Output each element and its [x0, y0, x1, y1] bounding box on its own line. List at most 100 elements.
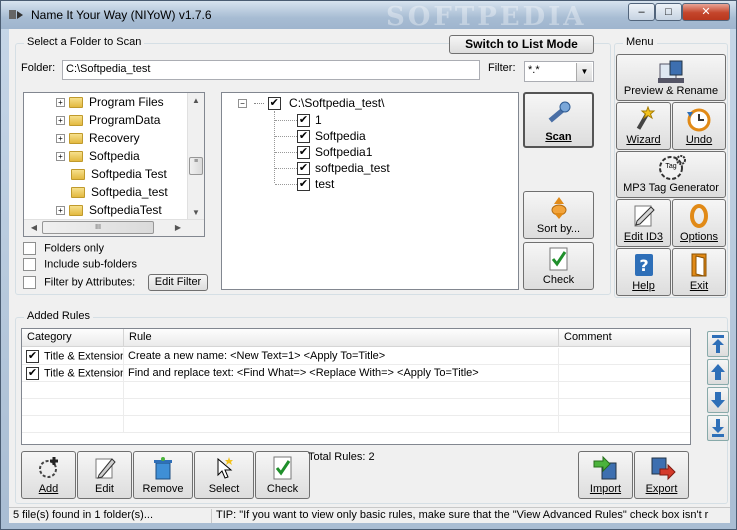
- checkbox-checked-icon[interactable]: ✔: [267, 97, 281, 111]
- edit-rule-button[interactable]: Edit: [77, 451, 132, 499]
- exit-button[interactable]: Exit: [672, 248, 726, 296]
- folder-tree-item[interactable]: Softpedia_test: [56, 185, 168, 203]
- mp3-tag-generator-button[interactable]: Tag MP3 Tag Generator: [616, 151, 726, 198]
- cell-comment: [559, 348, 690, 365]
- checkbox-checked-icon[interactable]: ✔: [297, 130, 310, 144]
- switch-to-list-mode-button[interactable]: Switch to List Mode: [449, 35, 594, 54]
- close-button[interactable]: ✕: [682, 3, 730, 21]
- checkbox-unchecked-icon[interactable]: [23, 276, 36, 289]
- help-question-icon: ?: [634, 254, 653, 276]
- folder-tree-item[interactable]: + Program Files: [56, 95, 164, 113]
- folder-tree-vscroll[interactable]: ▲ ≡ ▼: [187, 93, 204, 221]
- column-header-rule[interactable]: Rule: [124, 329, 559, 347]
- scroll-left-icon[interactable]: ◀: [26, 223, 42, 232]
- filter-select[interactable]: *.* ▼: [524, 61, 594, 82]
- chevron-down-icon[interactable]: ▼: [576, 63, 592, 81]
- tag-icon-text: Tag: [665, 163, 677, 170]
- remove-rule-button[interactable]: Remove: [133, 451, 193, 499]
- folder-icon: [71, 169, 85, 181]
- help-button[interactable]: ? Help: [616, 248, 671, 296]
- expand-icon[interactable]: +: [56, 206, 65, 216]
- folder-tree-item-label: Softpedia: [89, 149, 140, 163]
- add-rule-button[interactable]: Add: [21, 451, 76, 499]
- folder-tree-item-label: Recovery: [89, 131, 140, 145]
- folder-tree[interactable]: + Program Files + ProgramData + Recovery + Soft…: [23, 92, 205, 237]
- checkbox-checked-icon[interactable]: ✔: [297, 178, 310, 192]
- column-header-comment[interactable]: Comment: [559, 329, 690, 347]
- select-cursor-icon: [217, 457, 233, 479]
- folder-tree-hthumb[interactable]: III: [42, 221, 154, 234]
- folder-tree-item[interactable]: Softpedia Test: [56, 167, 167, 185]
- options-button[interactable]: Options: [672, 199, 726, 247]
- folder-tree-hscroll[interactable]: ◀ III ▶: [24, 219, 204, 236]
- include-subfolders-label: Include sub-folders: [44, 258, 138, 271]
- expand-icon[interactable]: +: [56, 152, 65, 162]
- arrow-up-icon: [711, 364, 725, 380]
- wizard-button[interactable]: Wizard: [616, 102, 671, 150]
- scroll-right-icon[interactable]: ▶: [170, 223, 186, 232]
- checkbox-checked-icon[interactable]: ✔: [297, 146, 310, 160]
- minimize-button[interactable]: –: [628, 3, 655, 21]
- file-tree-item-label: test: [315, 177, 335, 191]
- export-button[interactable]: Export: [634, 451, 689, 499]
- add-label: Add: [38, 483, 59, 495]
- include-subfolders-option[interactable]: Include sub-folders: [23, 258, 137, 272]
- file-tree-root[interactable]: − ✔ C:\Softpedia_test\: [238, 96, 384, 114]
- rules-table[interactable]: Category Rule Comment ✔ Title & Extension…: [21, 328, 691, 445]
- scroll-down-icon[interactable]: ▼: [188, 208, 204, 217]
- expand-icon[interactable]: +: [56, 116, 65, 126]
- import-button[interactable]: Import: [578, 451, 633, 499]
- collapse-icon[interactable]: −: [238, 99, 247, 109]
- expand-icon[interactable]: +: [56, 98, 65, 108]
- expand-icon[interactable]: +: [56, 134, 65, 144]
- move-top-button[interactable]: [707, 331, 729, 357]
- folder-tree-vthumb[interactable]: ≡: [189, 157, 203, 175]
- checkbox-checked-icon[interactable]: ✔: [26, 367, 39, 380]
- checkbox-unchecked-icon[interactable]: [23, 242, 36, 255]
- status-bar: 5 file(s) found in 1 folder(s)... TIP: "…: [9, 507, 730, 523]
- checkbox-checked-icon[interactable]: ✔: [26, 350, 39, 363]
- check-document-icon: [549, 247, 567, 271]
- checkbox-checked-icon[interactable]: ✔: [297, 162, 310, 176]
- move-bottom-button[interactable]: [707, 415, 729, 441]
- scroll-up-icon[interactable]: ▲: [188, 96, 204, 105]
- cell-category-text: Title & Extension: [44, 350, 124, 363]
- move-down-button[interactable]: [707, 387, 729, 413]
- undo-button[interactable]: Undo: [672, 102, 726, 150]
- folder-tree-item-label: Softpedia_test: [91, 185, 168, 199]
- check-button[interactable]: Check: [523, 242, 594, 290]
- filter-by-attributes-option[interactable]: Filter by Attributes:: [23, 276, 135, 290]
- sort-by-button[interactable]: Sort by...: [523, 191, 594, 239]
- folder-tree-item[interactable]: + Recovery: [56, 131, 140, 149]
- preview-rename-button[interactable]: Preview & Rename: [616, 54, 726, 101]
- move-up-button[interactable]: [707, 359, 729, 385]
- check-rules-button[interactable]: Check: [255, 451, 310, 499]
- checkbox-unchecked-icon[interactable]: [23, 258, 36, 271]
- status-files-found: 5 file(s) found in 1 folder(s)...: [13, 509, 154, 521]
- exit-door-icon: [691, 253, 707, 277]
- edit-filter-button[interactable]: Edit Filter: [148, 274, 208, 291]
- checkbox-checked-icon[interactable]: ✔: [297, 114, 310, 128]
- scan-button[interactable]: Scan: [523, 92, 594, 148]
- file-tree[interactable]: − ✔ C:\Softpedia_test\ ✔ 1 ✔ Softpedia ✔ Soft…: [221, 92, 519, 290]
- edit-id3-button[interactable]: Edit ID3: [616, 199, 671, 247]
- move-bottom-icon: [712, 419, 724, 437]
- file-tree-item[interactable]: ✔ test: [275, 177, 334, 195]
- filter-select-value: *.*: [528, 64, 540, 76]
- edit-id3-label: Edit ID3: [623, 231, 664, 243]
- file-tree-item-label: Softpedia1: [315, 145, 373, 159]
- preview-rename-label: Preview & Rename: [623, 85, 719, 97]
- folder-input[interactable]: C:\Softpedia_test: [62, 60, 480, 80]
- folder-icon: [69, 133, 83, 145]
- folder-tree-item-label: ProgramData: [89, 113, 161, 127]
- wand-icon: [548, 101, 570, 123]
- title-bar[interactable]: Name It Your Way (NIYoW) v1.7.6 SOFTPEDI…: [1, 1, 736, 32]
- client-area: Select a Folder to Scan Switch to List M…: [9, 29, 730, 523]
- select-rules-button[interactable]: Select: [194, 451, 254, 499]
- maximize-button[interactable]: □: [655, 3, 682, 21]
- column-header-category[interactable]: Category: [22, 329, 124, 347]
- undo-label: Undo: [685, 134, 713, 146]
- folder-tree-item[interactable]: + Softpedia: [56, 149, 140, 167]
- folders-only-option[interactable]: Folders only: [23, 242, 104, 256]
- folder-tree-item[interactable]: + ProgramData: [56, 113, 160, 131]
